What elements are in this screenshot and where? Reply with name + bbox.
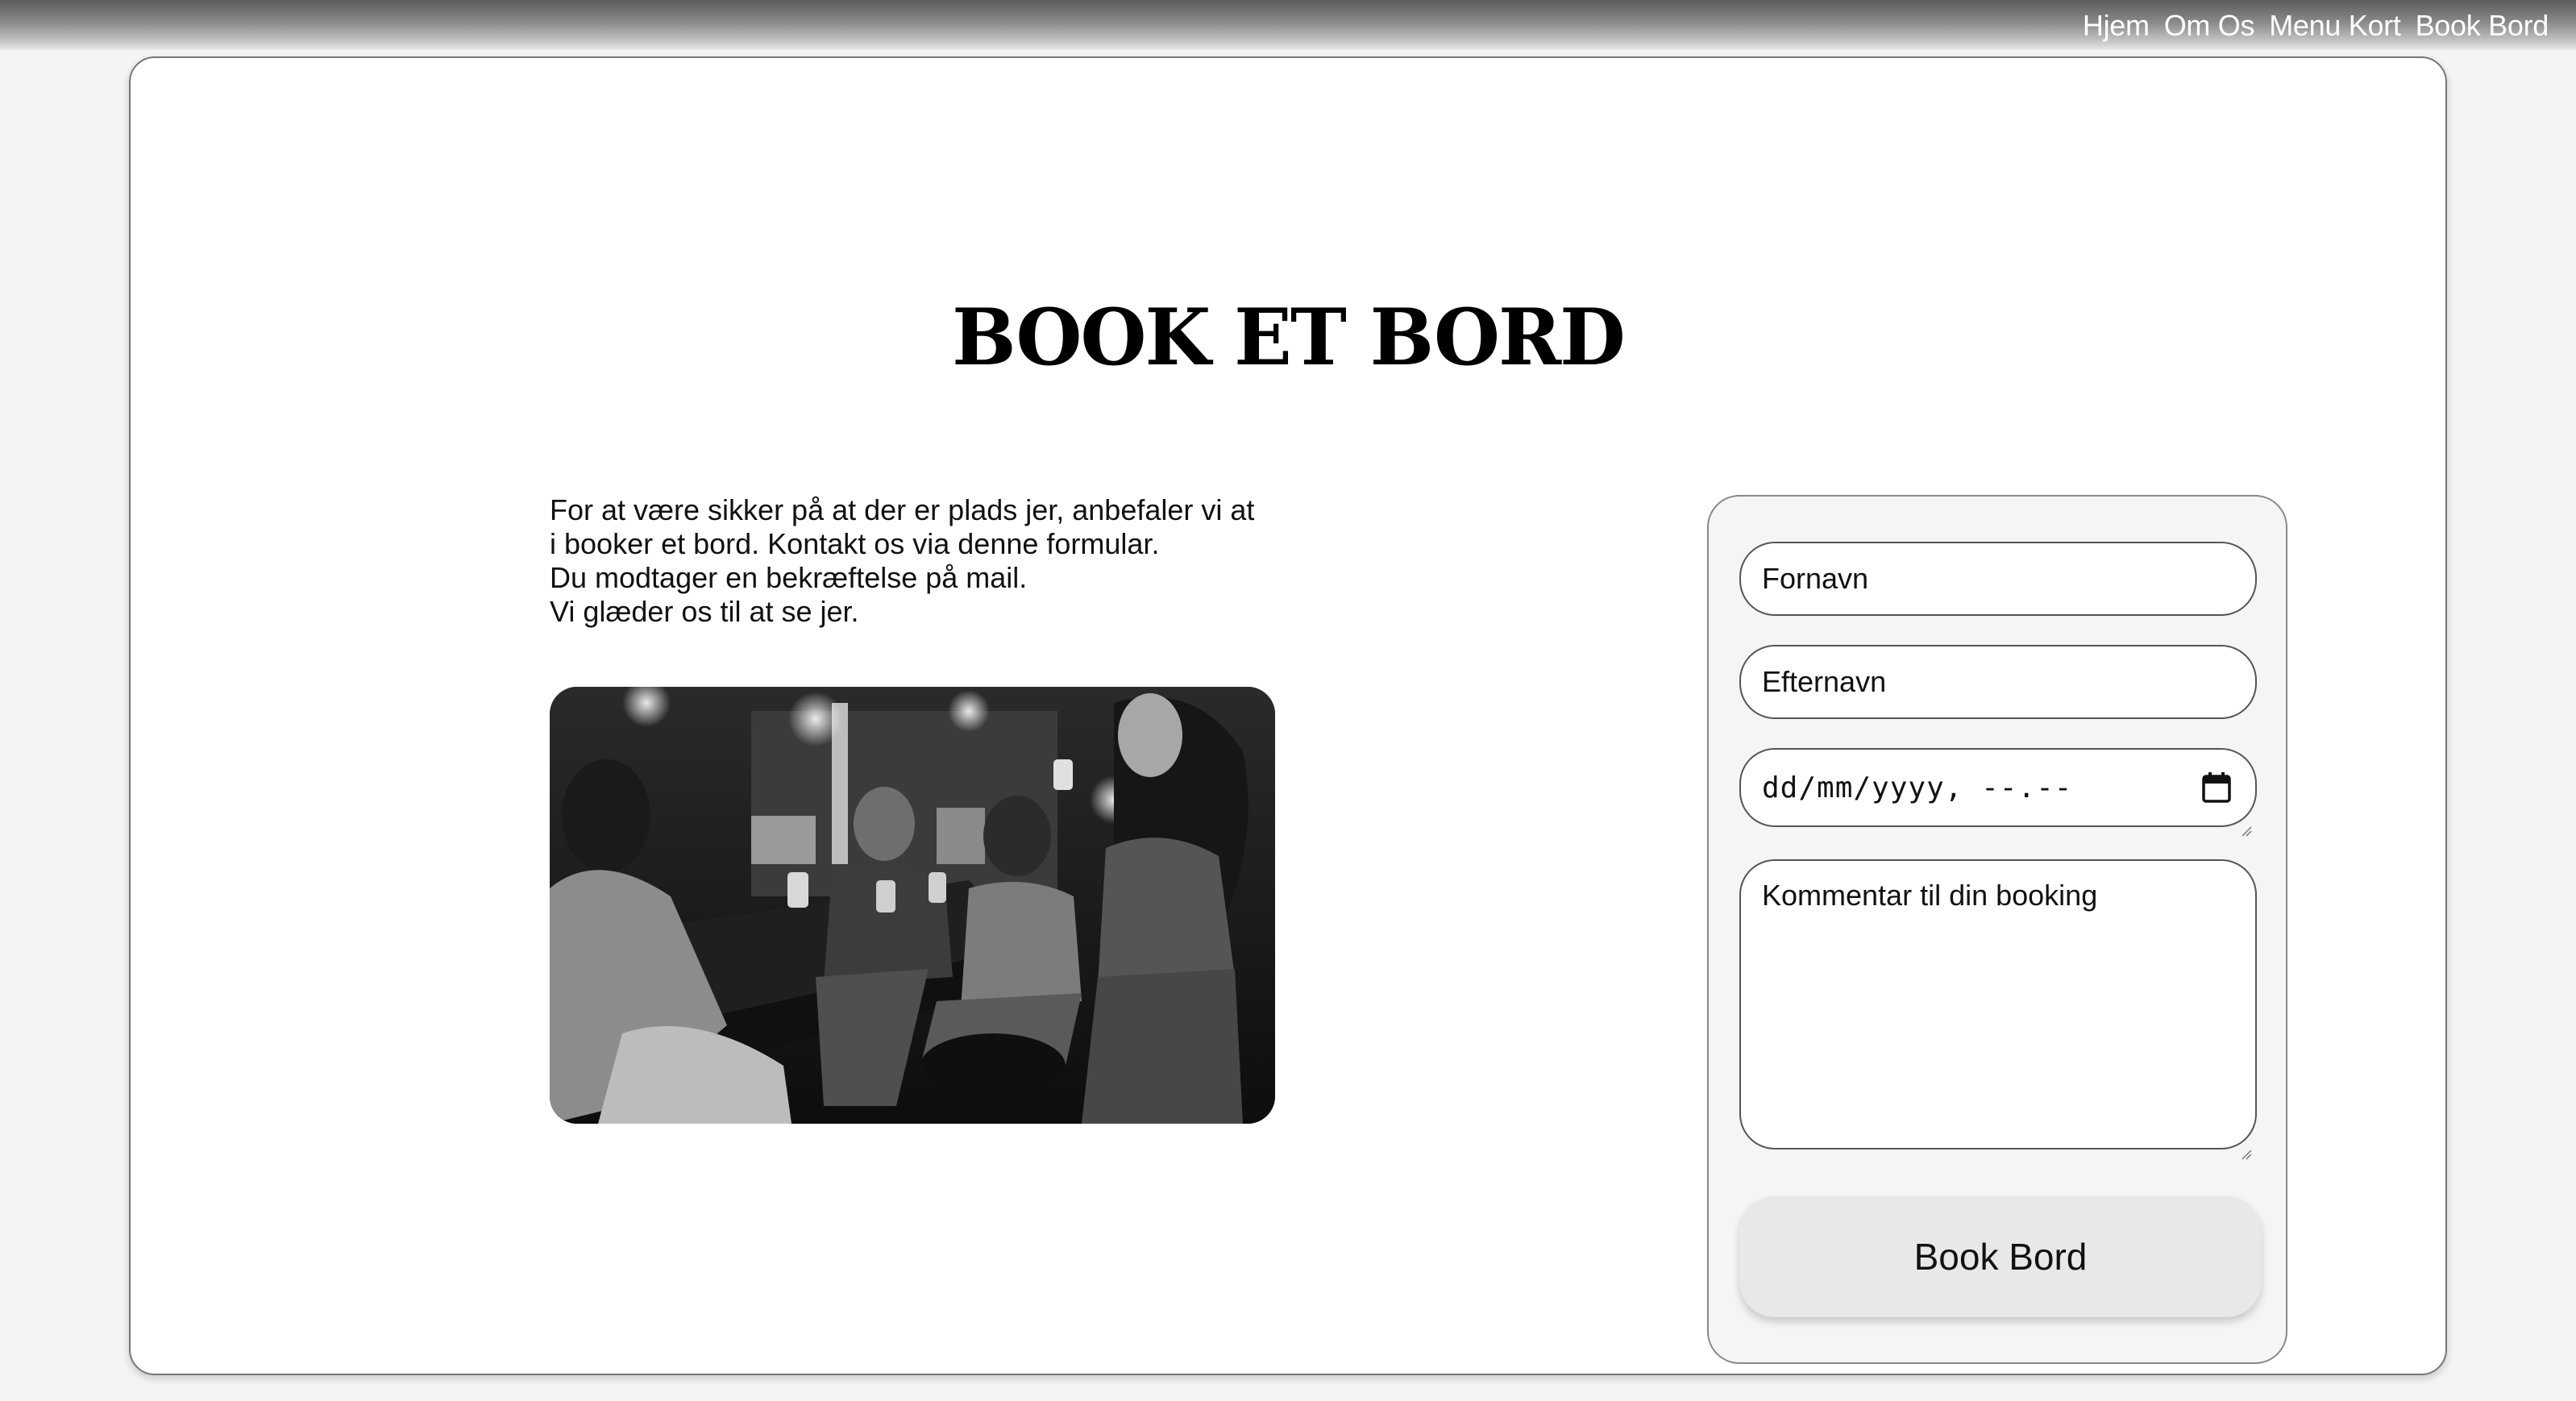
calendar-icon[interactable] — [2202, 772, 2231, 803]
book-bord-button[interactable]: Book Bord — [1739, 1196, 2262, 1317]
datetime-placeholder: dd/mm/yyyy, --.-- — [1762, 771, 2073, 804]
nav-link-menu-kort[interactable]: Menu Kort — [2269, 8, 2401, 44]
last-name-field[interactable]: Efternavn — [1739, 645, 2257, 719]
top-navigation-bar: Hjem Om Os Menu Kort Book Bord — [0, 0, 2576, 50]
first-name-placeholder: Fornavn — [1762, 562, 1869, 595]
restaurant-photo — [550, 687, 1275, 1124]
intro-line: Du modtager en bekræftelse på mail. — [550, 561, 1028, 594]
page-title: BOOK ET BORD — [952, 292, 1626, 383]
comment-placeholder: Kommentar til din booking — [1762, 879, 2098, 912]
last-name-placeholder: Efternavn — [1762, 665, 1887, 698]
intro-line: For at være sikker på at der er plads je… — [550, 493, 1255, 526]
nav-link-book-bord[interactable]: Book Bord — [2416, 8, 2549, 44]
datetime-field[interactable]: dd/mm/yyyy, --.-- — [1739, 748, 2257, 837]
nav-link-om-os[interactable]: Om Os — [2164, 8, 2255, 44]
main-nav: Hjem Om Os Menu Kort Book Bord — [2083, 8, 2549, 44]
intro-line: i booker et bord. Kontakt os via denne f… — [550, 527, 1160, 560]
content-card: BOOK ET BORD For at være sikker på at de… — [129, 56, 2447, 1375]
comment-textarea[interactable]: Kommentar til din booking — [1739, 859, 2257, 1160]
resize-grip-icon[interactable] — [2241, 1133, 2252, 1160]
intro-text: For at være sikker på at der er plads je… — [550, 493, 1307, 629]
resize-grip-icon[interactable] — [2241, 811, 2252, 837]
first-name-field[interactable]: Fornavn — [1739, 542, 2257, 616]
nav-link-hjem[interactable]: Hjem — [2083, 8, 2150, 44]
booking-form: Fornavn Efternavn dd/mm/yyyy, --.-- Komm… — [1707, 495, 2287, 1364]
intro-line: Vi glæder os til at se jer. — [550, 595, 859, 628]
